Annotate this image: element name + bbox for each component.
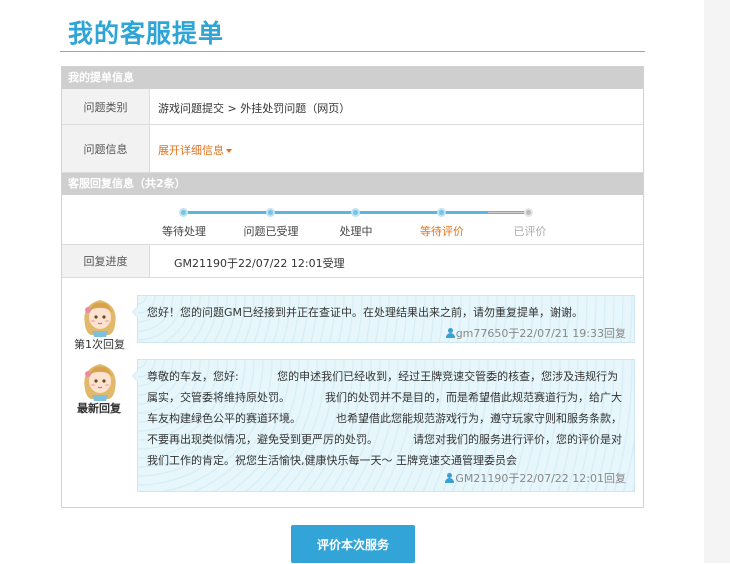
step-label: 问题已受理 [243, 225, 299, 238]
page-title: 我的客服提单 [68, 19, 225, 48]
reply-meta: gm77650于22/07/21 19:33回复 [445, 323, 626, 344]
info-label: 问题信息 [62, 125, 150, 172]
title-divider [60, 51, 645, 52]
step-dot [351, 208, 360, 217]
reply-bubble-latest: 尊敬的车友，您好: 您的申述我们已经收到，经过王牌竞速交管委的核查，您涉及违规行… [132, 359, 635, 492]
step-label: 处理中 [339, 225, 373, 238]
bubble-pointer [132, 306, 138, 318]
caret-down-icon [226, 149, 232, 153]
step-dot [266, 208, 275, 217]
expand-details-link[interactable]: 展开详细信息 [158, 142, 232, 158]
step-dot [179, 208, 188, 217]
bubble-pointer [132, 370, 138, 382]
reply-meta-text: gm77650于22/07/21 19:33回复 [455, 327, 626, 340]
category-row: 问题类别 游戏问题提交 > 外挂处罚问题（网页） [62, 89, 643, 125]
user-icon [445, 328, 455, 338]
user-icon [445, 473, 455, 483]
step-label-current: 等待评价 [420, 225, 464, 238]
info-row: 问题信息 展开详细信息 [62, 125, 643, 173]
reply-text: 您好！您的问题GM已经接到并正在查证中。在处理结果出来之前，请勿重复提单，谢谢。 [147, 306, 584, 319]
step-dot [437, 208, 446, 217]
reply-tag: 第1次回复 [74, 338, 125, 351]
progress-steps: 等待处理 问题已受理 处理中 等待评价 已评价 [158, 202, 550, 242]
reply-tag-latest: 最新回复 [77, 402, 121, 415]
reply-meta-text: GM21190于22/07/22 12:01回复 [455, 472, 626, 485]
reply-text: 尊敬的车友，您好: 您的申述我们已经收到，经过王牌竞速交管委的核查，您涉及违规行… [147, 370, 622, 467]
gm-avatar [79, 359, 121, 401]
reply-info-header: 客服回复信息（共2条） [62, 173, 643, 195]
reply-meta: GM21190于22/07/22 12:01回复 [445, 468, 626, 489]
ticket-panel: 我的提单信息 问题类别 游戏问题提交 > 外挂处罚问题（网页） 问题信息 展开详… [61, 66, 644, 508]
category-value: 游戏问题提交 > 外挂处罚问题（网页） [158, 102, 351, 115]
step-dot [524, 208, 533, 217]
progress-row: 回复进度 GM21190于22/07/22 12:01受理 [62, 244, 643, 278]
ticket-info-header: 我的提单信息 [62, 67, 643, 89]
category-label: 问题类别 [62, 89, 150, 124]
reply-bubble: 您好！您的问题GM已经接到并正在查证中。在处理结果出来之前，请勿重复提单，谢谢。… [132, 295, 635, 344]
page-gutter [704, 0, 730, 563]
expand-details-text[interactable]: 展开详细信息 [158, 144, 224, 157]
progress-label: 回复进度 [62, 245, 150, 277]
rate-service-button[interactable]: 评价本次服务 [291, 525, 415, 563]
step-label: 已评价 [513, 225, 547, 238]
progress-value: GM21190于22/07/22 12:01受理 [174, 257, 345, 270]
gm-avatar [79, 295, 121, 337]
step-label: 等待处理 [162, 225, 206, 238]
